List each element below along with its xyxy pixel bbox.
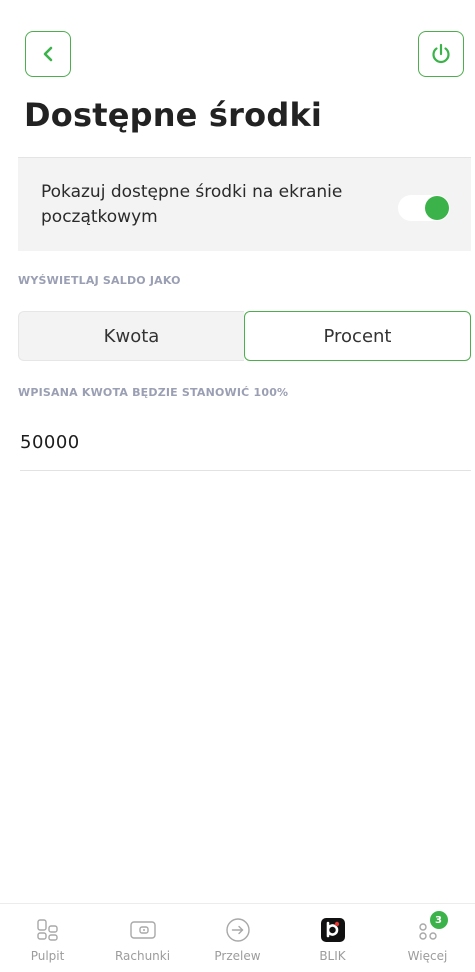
back-button[interactable] — [25, 31, 71, 77]
show-balance-toggle[interactable] — [398, 195, 450, 221]
amount-input[interactable]: 50000 — [20, 432, 471, 471]
tab-label: BLIK — [319, 949, 346, 963]
power-icon — [432, 43, 450, 64]
tab-label: Pulpit — [30, 949, 65, 963]
tab-wiecej[interactable]: 3 Więcej — [380, 904, 475, 972]
grid-icon — [34, 917, 62, 943]
logout-button[interactable] — [418, 31, 464, 77]
tab-label: Więcej — [407, 949, 448, 963]
balance-mode-label: WYŚWIETLAJ SALDO JAKO — [18, 274, 181, 287]
show-balance-setting: Pokazuj dostępne środki na ekranie począ… — [18, 157, 471, 251]
page-title: Dostępne środki — [24, 96, 323, 134]
amount-section-label: WPISANA KWOTA BĘDZIE STANOWIĆ 100% — [18, 386, 289, 399]
notification-badge: 3 — [429, 911, 448, 929]
tab-label: Rachunki — [114, 949, 171, 963]
tab-blik[interactable]: BLIK — [285, 904, 380, 972]
bottom-tab-bar: Pulpit Rachunki Przelew BLIK 3 Więcej — [0, 903, 475, 972]
segment-amount[interactable]: Kwota — [18, 311, 244, 361]
tab-rachunki[interactable]: Rachunki — [95, 904, 190, 972]
screen: Dostępne środki Pokazuj dostępne środki … — [0, 0, 475, 972]
wallet-icon — [129, 917, 157, 943]
tab-pulpit[interactable]: Pulpit — [0, 904, 95, 972]
arrow-circle-icon — [224, 917, 252, 943]
segment-percent[interactable]: Procent — [244, 311, 471, 361]
toggle-knob — [425, 196, 449, 220]
tab-przelew[interactable]: Przelew — [190, 904, 285, 972]
tab-label: Przelew — [214, 949, 261, 963]
blik-icon — [319, 917, 347, 943]
chevron-left-icon — [43, 46, 53, 62]
balance-mode-segmented-control: Kwota Procent — [18, 311, 471, 361]
show-balance-label: Pokazuj dostępne środki na ekranie począ… — [41, 182, 343, 227]
